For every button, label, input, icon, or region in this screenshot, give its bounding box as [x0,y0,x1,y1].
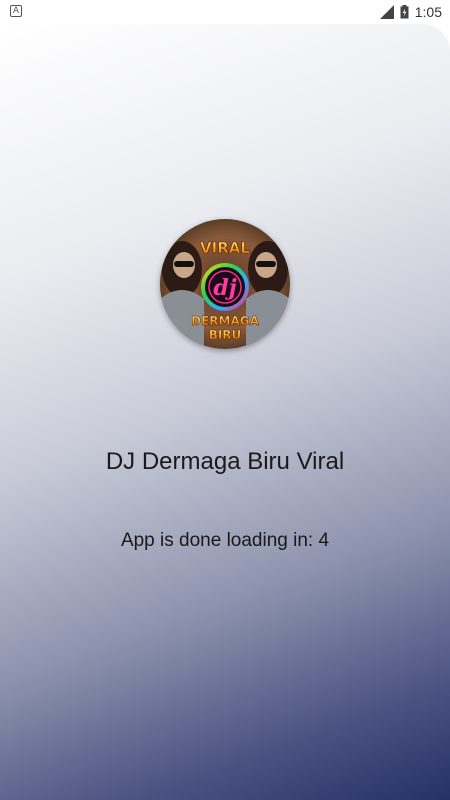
status-time: 1:05 [414,4,442,20]
status-bar: A 1:05 [0,0,450,24]
logo-top-text: VIRAL [200,239,250,257]
app-logo: dj VIRAL DERMAGA BIRU [160,219,290,349]
app-logo-image: dj VIRAL DERMAGA BIRU [160,219,290,349]
logo-center-text: dj [213,275,236,301]
notification-a-icon: A [10,5,22,17]
status-icons: 1:05 [379,3,442,21]
splash-screen: dj VIRAL DERMAGA BIRU DJ Dermaga Biru Vi… [0,24,450,800]
signal-icon [379,5,394,19]
battery-icon [400,5,409,19]
logo-bottom-text-1: DERMAGA [191,314,259,328]
app-title: DJ Dermaga Biru Viral [105,448,345,475]
loading-countdown-text: App is done loading in: 4 [120,530,330,551]
logo-bottom-text-2: BIRU [209,328,242,342]
